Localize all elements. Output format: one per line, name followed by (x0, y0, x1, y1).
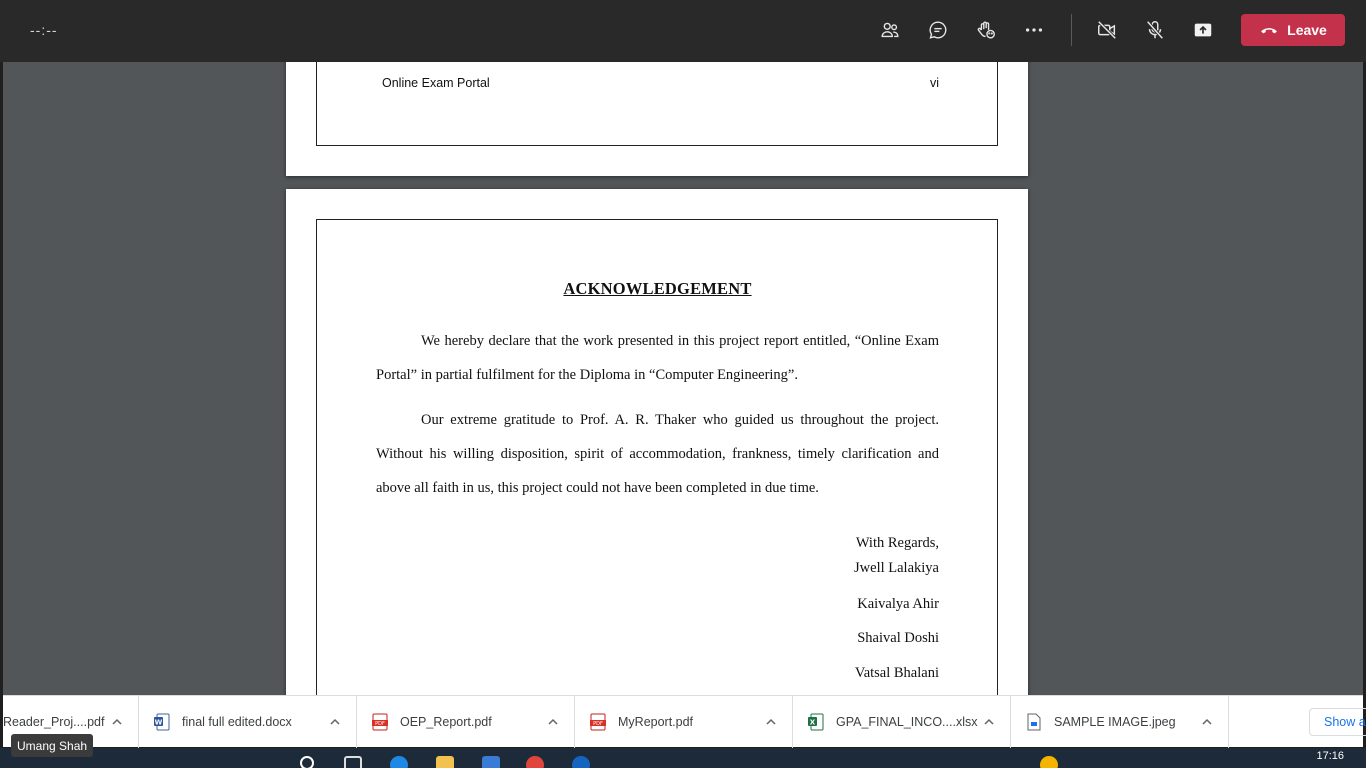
search-icon[interactable] (300, 756, 314, 768)
toolbar-divider (1071, 14, 1072, 46)
pdf-file-icon: PDF (372, 713, 388, 731)
excel-file-icon: X (808, 713, 824, 731)
page-title: ACKNOWLEDGEMENT (563, 279, 752, 298)
chevron-up-icon[interactable] (764, 715, 778, 729)
download-file-name: final full edited.docx (182, 715, 292, 729)
signatory-name: Kaivalya Ahir (857, 596, 939, 612)
mic-off-icon (1146, 20, 1164, 40)
svg-text:PDF: PDF (593, 721, 603, 727)
download-file-name: MyReport.pdf (618, 715, 694, 729)
svg-text:PDF: PDF (375, 721, 385, 727)
pdf-page-previous: Online Exam Portal vi (286, 62, 1028, 176)
download-file-name: GPA_FINAL_INCO....xlsx (836, 715, 978, 729)
task-view-icon[interactable] (344, 756, 362, 768)
word-file-icon: W (154, 713, 170, 731)
pdf-file-icon: PDF (590, 713, 606, 731)
chevron-up-icon[interactable] (110, 715, 124, 729)
signatory-name: Vatsal Bhalani (854, 665, 939, 681)
weather-icon[interactable] (1040, 756, 1058, 768)
show-all-downloads-button[interactable]: Show all (1309, 708, 1366, 736)
download-item[interactable]: W final full edited.docx (139, 696, 357, 748)
camera-off-icon (1097, 20, 1117, 40)
raise-hand-icon (977, 21, 995, 39)
file-explorer-icon[interactable] (436, 756, 454, 768)
page-border: ACKNOWLEDGEMENT We hereby declare that t… (316, 219, 998, 695)
page-border: Online Exam Portal vi (316, 62, 998, 146)
os-taskbar: 17:16 (0, 748, 1366, 768)
signatory-name: Shaival Doshi (857, 630, 939, 646)
edge-browser-icon[interactable] (390, 756, 408, 768)
taskbar-clock: 17:16 (1316, 750, 1344, 762)
reactions-button[interactable] (970, 14, 1002, 46)
paragraph-text: Our extreme gratitude to Prof. A. R. Tha… (376, 412, 939, 496)
people-icon (881, 22, 899, 38)
meeting-toolbar: --:-- Leave (0, 0, 1366, 62)
more-icon (1025, 28, 1043, 32)
pdf-viewer[interactable]: Online Exam Portal vi ACKNOWLEDGEMENT We… (3, 62, 1363, 695)
share-screen-icon (1194, 23, 1212, 37)
downloads-bar: Reader_Proj....pdf W final full edited.d… (3, 695, 1366, 748)
download-item[interactable]: PDF MyReport.pdf (575, 696, 793, 748)
download-file-name: Reader_Proj....pdf (3, 715, 105, 729)
participant-name-tag: Umang Shah (11, 734, 94, 757)
share-screen-button[interactable] (1187, 14, 1219, 46)
chevron-up-icon[interactable] (1200, 715, 1214, 729)
leave-label: Leave (1287, 22, 1327, 38)
mic-toggle-button[interactable] (1139, 14, 1171, 46)
shared-screen: Online Exam Portal vi ACKNOWLEDGEMENT We… (0, 62, 1366, 768)
download-item[interactable]: SAMPLE IMAGE.jpeg (1011, 696, 1229, 748)
paragraph-gratitude: Our extreme gratitude to Prof. A. R. Tha… (376, 403, 939, 505)
pdf-page-acknowledgement: ACKNOWLEDGEMENT We hereby declare that t… (286, 189, 1028, 695)
download-item[interactable]: PDF OEP_Report.pdf (357, 696, 575, 748)
page-footer-title: Online Exam Portal (382, 76, 490, 90)
closing-regards: With Regards, (855, 535, 939, 551)
signatory-name: Jwell Lalakiya (854, 560, 939, 576)
chat-button[interactable] (922, 14, 954, 46)
chat-icon (929, 21, 947, 39)
chevron-up-icon[interactable] (982, 715, 996, 729)
svg-text:W: W (155, 718, 163, 726)
camera-toggle-button[interactable] (1091, 14, 1123, 46)
download-file-name: OEP_Report.pdf (400, 715, 492, 729)
leave-button[interactable]: Leave (1241, 14, 1345, 46)
chevron-up-icon[interactable] (328, 715, 342, 729)
app-icon[interactable] (572, 756, 590, 768)
hang-up-icon (1261, 28, 1278, 34)
download-file-name: SAMPLE IMAGE.jpeg (1054, 715, 1176, 729)
chrome-browser-icon[interactable] (526, 756, 544, 768)
download-item[interactable]: X GPA_FINAL_INCO....xlsx (793, 696, 1011, 748)
svg-text:X: X (810, 718, 816, 726)
store-icon[interactable] (482, 756, 500, 768)
more-options-button[interactable] (1018, 14, 1050, 46)
page-number: vi (929, 76, 939, 90)
participants-button[interactable] (874, 14, 906, 46)
paragraph-text: We hereby declare that the work presente… (376, 333, 939, 383)
meeting-timer: --:-- (30, 22, 58, 38)
chevron-up-icon[interactable] (546, 715, 560, 729)
image-file-icon (1027, 713, 1041, 731)
paragraph-declaration: We hereby declare that the work presente… (376, 324, 939, 392)
